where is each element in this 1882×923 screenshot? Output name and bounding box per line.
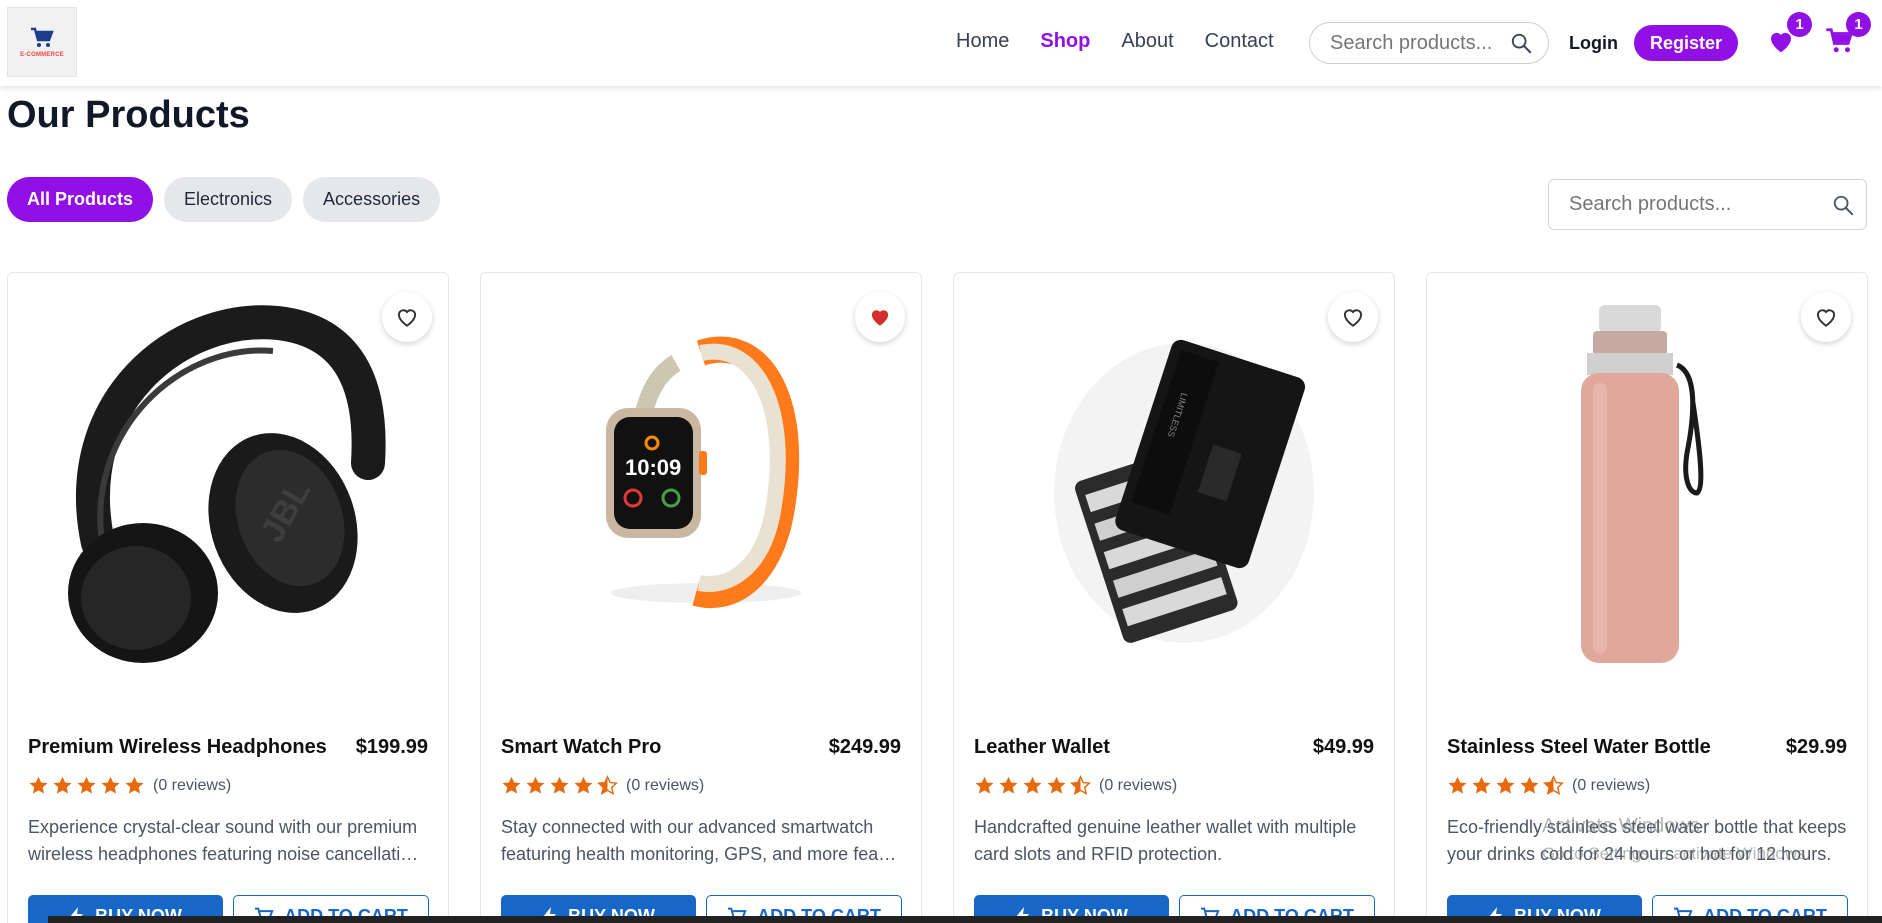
description-line: card slots and RFID protection. bbox=[974, 844, 1223, 864]
login-link[interactable]: Login bbox=[1569, 33, 1618, 54]
header-search bbox=[1309, 22, 1549, 64]
heart-filled-icon bbox=[871, 310, 889, 326]
star-icon bbox=[29, 776, 48, 794]
product-card[interactable]: LIMITLESS Leather Wallet $49.99 (0 revie… bbox=[953, 272, 1395, 923]
filter-electronics[interactable]: Electronics bbox=[164, 177, 293, 222]
star-icon bbox=[574, 776, 593, 794]
logo-text: E-COMMERCE bbox=[20, 51, 64, 58]
product-card[interactable]: JBL Premium Wireless Headphones $199.99 … bbox=[7, 272, 449, 923]
star-icon bbox=[1448, 776, 1467, 794]
star-icon bbox=[77, 776, 96, 794]
star-icon bbox=[502, 776, 521, 794]
site-header: E-COMMERCE Home Shop About Contact Login… bbox=[0, 0, 1882, 86]
heart-outline-icon bbox=[1343, 309, 1363, 327]
filter-all-products[interactable]: All Products bbox=[7, 177, 154, 222]
description-line: Handcrafted genuine leather wallet with … bbox=[974, 817, 1357, 837]
main-nav: Home Shop About Contact bbox=[956, 30, 1274, 53]
water-bottle-image[interactable] bbox=[1447, 293, 1847, 683]
description-line: featuring health monitoring, GPS, and mo… bbox=[501, 844, 901, 864]
product-search bbox=[1548, 179, 1867, 230]
half-star-icon bbox=[1543, 775, 1564, 796]
logo-cart-icon bbox=[31, 27, 54, 47]
favorite-button[interactable] bbox=[1801, 292, 1851, 342]
product-description: Experience crystal-clear sound with our … bbox=[28, 814, 428, 868]
star-icon bbox=[975, 776, 994, 794]
favorite-button[interactable] bbox=[1328, 292, 1378, 342]
heart-outline-icon bbox=[1816, 309, 1836, 327]
star-icon bbox=[1520, 776, 1539, 794]
register-button[interactable]: Register bbox=[1634, 25, 1738, 61]
star-icon bbox=[101, 776, 120, 794]
description-line: Stay connected with our advanced smartwa… bbox=[501, 817, 874, 837]
product-rating: (0 reviews) bbox=[1447, 775, 1650, 796]
product-name[interactable]: Stainless Steel Water Bottle bbox=[1447, 736, 1711, 759]
half-star-icon bbox=[597, 775, 618, 796]
search-icon[interactable] bbox=[1510, 32, 1532, 54]
review-count: (0 reviews) bbox=[1572, 776, 1651, 794]
product-search-input[interactable] bbox=[1569, 193, 1866, 216]
taskbar-edge bbox=[48, 916, 1882, 923]
product-rating: (0 reviews) bbox=[974, 775, 1177, 796]
wishlist-count-badge: 1 bbox=[1787, 12, 1812, 37]
watermark-title: Activate Windows bbox=[1542, 815, 1700, 837]
filter-accessories[interactable]: Accessories bbox=[303, 177, 441, 222]
wishlist-button[interactable]: 1 bbox=[1766, 12, 1812, 60]
product-name[interactable]: Premium Wireless Headphones bbox=[28, 736, 327, 759]
description-line: Experience crystal-clear sound with our … bbox=[28, 817, 418, 837]
product-rating: (0 reviews) bbox=[501, 775, 704, 796]
star-icon bbox=[999, 776, 1018, 794]
headphones-image[interactable]: JBL bbox=[28, 293, 428, 683]
svg-text:10:09: 10:09 bbox=[625, 455, 681, 480]
star-icon bbox=[550, 776, 569, 794]
description-line: wireless headphones featuring noise canc… bbox=[28, 844, 428, 864]
category-filters: All Products Electronics Accessories bbox=[7, 177, 441, 222]
star-icon bbox=[1023, 776, 1042, 794]
product-price: $249.99 bbox=[828, 736, 901, 758]
product-rating: (0 reviews) bbox=[28, 775, 231, 796]
nav-about[interactable]: About bbox=[1121, 30, 1173, 53]
favorite-button[interactable] bbox=[855, 292, 905, 342]
review-count: (0 reviews) bbox=[153, 776, 232, 794]
favorite-button[interactable] bbox=[382, 292, 432, 342]
star-icon bbox=[125, 776, 144, 794]
product-price: $49.99 bbox=[1312, 736, 1374, 758]
watermark-subtitle: Go to Settings to activate Windows. bbox=[1542, 844, 1811, 863]
smartwatch-image[interactable]: 10:09 bbox=[501, 293, 901, 683]
review-count: (0 reviews) bbox=[1099, 776, 1178, 794]
product-description: Stay connected with our advanced smartwa… bbox=[501, 814, 901, 868]
heart-outline-icon bbox=[397, 309, 417, 327]
product-description: Handcrafted genuine leather wallet with … bbox=[974, 814, 1374, 868]
product-price: $29.99 bbox=[1785, 736, 1847, 758]
product-name[interactable]: Smart Watch Pro bbox=[501, 736, 661, 759]
site-logo[interactable]: E-COMMERCE bbox=[7, 7, 77, 77]
product-name[interactable]: Leather Wallet bbox=[974, 736, 1110, 759]
star-icon bbox=[53, 776, 72, 794]
star-icon bbox=[1496, 776, 1515, 794]
nav-contact[interactable]: Contact bbox=[1205, 30, 1274, 53]
search-icon[interactable] bbox=[1832, 194, 1854, 216]
wallet-image[interactable]: LIMITLESS bbox=[974, 293, 1374, 683]
star-icon bbox=[1472, 776, 1491, 794]
cart-count-badge: 1 bbox=[1846, 12, 1871, 37]
star-icon bbox=[526, 776, 545, 794]
nav-shop[interactable]: Shop bbox=[1040, 30, 1090, 53]
product-price: $199.99 bbox=[355, 736, 428, 758]
page-title: Our Products bbox=[7, 94, 250, 136]
cart-button[interactable]: 1 bbox=[1825, 12, 1871, 60]
review-count: (0 reviews) bbox=[626, 776, 705, 794]
half-star-icon bbox=[1070, 775, 1091, 796]
product-card[interactable]: 10:09 Smart Watch Pro $249.99 (0 reviews… bbox=[480, 272, 922, 923]
star-icon bbox=[1047, 776, 1066, 794]
windows-activation-watermark: Activate Windows Go to Settings to activ… bbox=[1542, 812, 1810, 868]
nav-home[interactable]: Home bbox=[956, 30, 1009, 53]
